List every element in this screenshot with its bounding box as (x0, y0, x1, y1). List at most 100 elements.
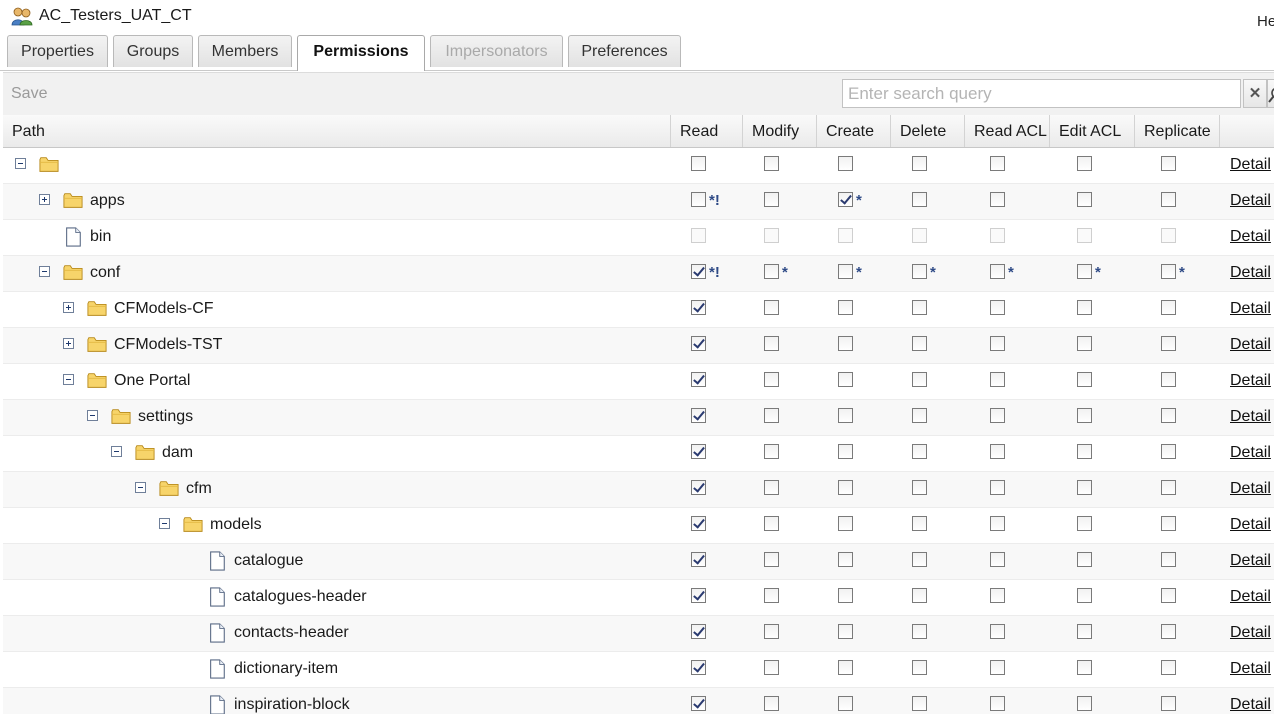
detail-link[interactable]: Detail (1230, 300, 1271, 318)
modify-checkbox[interactable] (764, 336, 779, 351)
collapse-icon[interactable] (63, 374, 74, 385)
delete-checkbox[interactable] (912, 264, 927, 279)
detail-link[interactable]: Detail (1230, 624, 1271, 642)
detail-link[interactable]: Detail (1230, 408, 1271, 426)
tab-preferences[interactable]: Preferences (568, 35, 681, 67)
read-checkbox[interactable] (691, 300, 706, 315)
edit-acl-checkbox[interactable] (1077, 444, 1092, 459)
delete-checkbox[interactable] (912, 408, 927, 423)
edit-acl-checkbox[interactable] (1077, 624, 1092, 639)
edit-acl-checkbox[interactable] (1077, 696, 1092, 711)
node-label[interactable]: conf (90, 264, 120, 282)
replicate-checkbox[interactable] (1161, 408, 1176, 423)
create-checkbox[interactable] (838, 552, 853, 567)
create-checkbox[interactable] (838, 696, 853, 711)
read-acl-checkbox[interactable] (990, 372, 1005, 387)
detail-link[interactable]: Detail (1230, 480, 1271, 498)
modify-checkbox[interactable] (764, 300, 779, 315)
edit-acl-checkbox[interactable] (1077, 300, 1092, 315)
read-checkbox[interactable] (691, 624, 706, 639)
modify-checkbox[interactable] (764, 624, 779, 639)
create-checkbox[interactable] (838, 660, 853, 675)
replicate-checkbox[interactable] (1161, 588, 1176, 603)
create-checkbox[interactable] (838, 480, 853, 495)
read-checkbox[interactable] (691, 480, 706, 495)
replicate-checkbox[interactable] (1161, 372, 1176, 387)
read-acl-checkbox[interactable] (990, 156, 1005, 171)
create-checkbox[interactable] (838, 516, 853, 531)
table-row[interactable]: apps *! * Detail (3, 184, 1274, 220)
delete-checkbox[interactable] (912, 444, 927, 459)
edit-acl-checkbox[interactable] (1077, 192, 1092, 207)
create-checkbox[interactable] (838, 408, 853, 423)
collapse-icon[interactable] (15, 158, 26, 169)
read-checkbox[interactable] (691, 192, 706, 207)
edit-acl-checkbox[interactable] (1077, 264, 1092, 279)
delete-checkbox[interactable] (912, 516, 927, 531)
node-label[interactable]: CFModels-CF (114, 300, 214, 318)
tab-properties[interactable]: Properties (7, 35, 108, 67)
detail-link[interactable]: Detail (1230, 588, 1271, 606)
detail-link[interactable]: Detail (1230, 336, 1271, 354)
delete-checkbox[interactable] (912, 624, 927, 639)
modify-checkbox[interactable] (764, 516, 779, 531)
detail-link[interactable]: Detail (1230, 696, 1271, 714)
read-checkbox[interactable] (691, 588, 706, 603)
node-label[interactable]: cfm (186, 480, 212, 498)
modify-checkbox[interactable] (764, 480, 779, 495)
clear-search-button[interactable]: ✕ (1243, 79, 1267, 108)
read-acl-checkbox[interactable] (990, 516, 1005, 531)
node-label[interactable]: dictionary-item (234, 660, 338, 678)
table-row[interactable]: models Detail (3, 508, 1274, 544)
edit-acl-checkbox[interactable] (1077, 660, 1092, 675)
create-checkbox[interactable] (838, 372, 853, 387)
node-label[interactable]: bin (90, 228, 111, 246)
delete-checkbox[interactable] (912, 156, 927, 171)
edit-acl-checkbox[interactable] (1077, 516, 1092, 531)
search-button[interactable] (1267, 79, 1274, 108)
node-label[interactable]: contacts-header (234, 624, 349, 642)
table-row[interactable]: CFModels-CF Detail (3, 292, 1274, 328)
create-checkbox[interactable] (838, 624, 853, 639)
read-checkbox[interactable] (691, 264, 706, 279)
read-checkbox[interactable] (691, 408, 706, 423)
edit-acl-checkbox[interactable] (1077, 408, 1092, 423)
edit-acl-checkbox[interactable] (1077, 480, 1092, 495)
node-label[interactable]: inspiration-block (234, 696, 350, 714)
read-acl-checkbox[interactable] (990, 660, 1005, 675)
modify-checkbox[interactable] (764, 696, 779, 711)
detail-link[interactable]: Detail (1230, 192, 1271, 210)
node-label[interactable]: dam (162, 444, 193, 462)
read-acl-checkbox[interactable] (990, 552, 1005, 567)
table-row[interactable]: One Portal Detail (3, 364, 1274, 400)
table-row[interactable]: catalogues-header Detail (3, 580, 1274, 616)
table-row[interactable]: inspiration-block Detail (3, 688, 1274, 714)
modify-checkbox[interactable] (764, 588, 779, 603)
modify-checkbox[interactable] (764, 660, 779, 675)
detail-link[interactable]: Detail (1230, 372, 1271, 390)
collapse-icon[interactable] (135, 482, 146, 493)
detail-link[interactable]: Detail (1230, 228, 1271, 246)
read-acl-checkbox[interactable] (990, 480, 1005, 495)
node-label[interactable]: catalogues-header (234, 588, 367, 606)
table-row[interactable]: bin Detail (3, 220, 1274, 256)
modify-checkbox[interactable] (764, 444, 779, 459)
read-checkbox[interactable] (691, 552, 706, 567)
replicate-checkbox[interactable] (1161, 300, 1176, 315)
edit-acl-checkbox[interactable] (1077, 336, 1092, 351)
collapse-icon[interactable] (159, 518, 170, 529)
detail-link[interactable]: Detail (1230, 444, 1271, 462)
node-label[interactable]: settings (138, 408, 193, 426)
create-checkbox[interactable] (838, 444, 853, 459)
read-acl-checkbox[interactable] (990, 444, 1005, 459)
modify-checkbox[interactable] (764, 264, 779, 279)
node-label[interactable]: catalogue (234, 552, 303, 570)
detail-link[interactable]: Detail (1230, 156, 1271, 174)
column-header-delete[interactable]: Delete (891, 115, 965, 147)
help-link[interactable]: He (1257, 13, 1274, 30)
column-header-modify[interactable]: Modify (743, 115, 817, 147)
table-row[interactable]: catalogue Detail (3, 544, 1274, 580)
edit-acl-checkbox[interactable] (1077, 588, 1092, 603)
delete-checkbox[interactable] (912, 660, 927, 675)
replicate-checkbox[interactable] (1161, 480, 1176, 495)
